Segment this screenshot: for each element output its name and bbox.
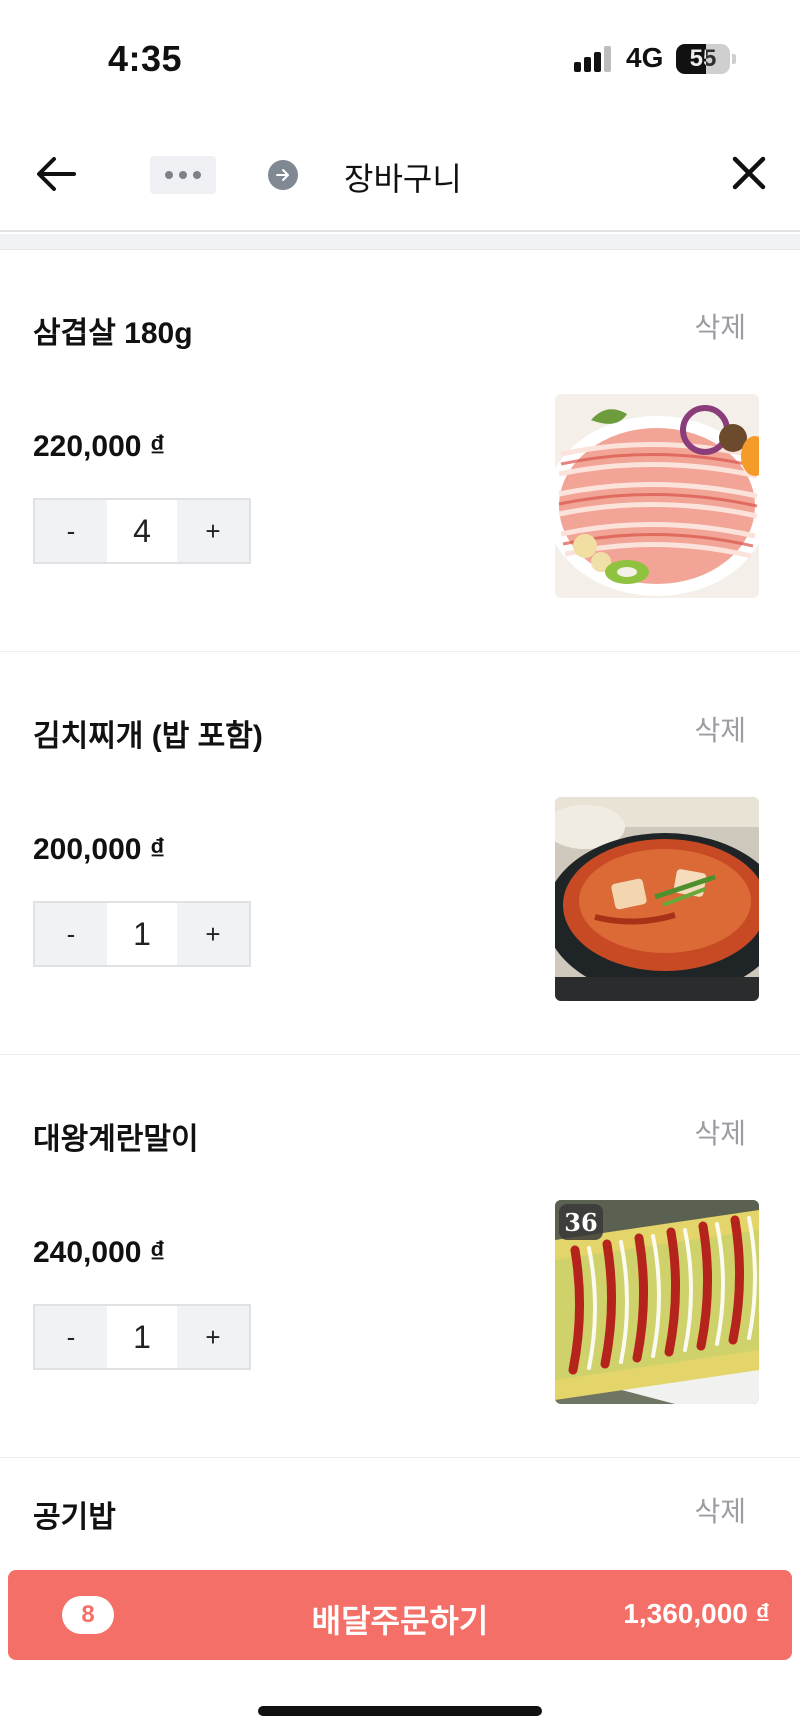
status-bar: 4:35 4G 55 bbox=[0, 0, 800, 120]
increment-button[interactable]: + bbox=[177, 1306, 249, 1368]
more-horizontal-icon bbox=[165, 171, 173, 179]
delete-button[interactable]: 삭제 bbox=[694, 306, 746, 346]
network-type: 4G bbox=[626, 42, 664, 73]
close-button[interactable] bbox=[726, 150, 772, 196]
section-divider bbox=[0, 234, 800, 250]
nav-bar: 장바구니 bbox=[0, 120, 800, 232]
decrement-button[interactable]: - bbox=[35, 500, 107, 562]
cart-item: 대왕계란말이 삭제 240,000 ₫ - 1 + 36 bbox=[0, 1056, 800, 1458]
battery-tip bbox=[732, 54, 736, 64]
decrement-button[interactable]: - bbox=[35, 903, 107, 965]
share-button[interactable] bbox=[268, 160, 298, 190]
cart-item: 삼겹살 180g 삭제 220,000 ₫ - 4 + bbox=[0, 250, 800, 652]
item-price: 220,000 ₫ bbox=[33, 430, 166, 463]
item-image-pork-belly bbox=[555, 394, 759, 598]
quantity-value: 1 bbox=[107, 903, 177, 965]
quantity-stepper: - 4 + bbox=[33, 498, 251, 564]
item-price: 240,000 ₫ bbox=[33, 1236, 166, 1269]
delete-button[interactable]: 삭제 bbox=[694, 709, 746, 749]
home-indicator[interactable] bbox=[258, 1706, 542, 1716]
battery-level: 55 bbox=[689, 45, 717, 72]
item-image-kimchi-stew bbox=[555, 797, 759, 1001]
quantity-value: 1 bbox=[107, 1306, 177, 1368]
image-badge: 36 bbox=[564, 1208, 597, 1237]
arrow-left-icon bbox=[37, 157, 76, 191]
page-title: 장바구니 bbox=[344, 161, 462, 197]
item-image-rolled-omelette: 36 bbox=[555, 1200, 759, 1404]
delete-button[interactable]: 삭제 bbox=[694, 1490, 746, 1530]
order-total: 1,360,000 ₫ bbox=[623, 1598, 770, 1629]
battery-icon: 55 bbox=[676, 44, 730, 74]
arrow-right-circle-icon bbox=[276, 169, 289, 181]
increment-button[interactable]: + bbox=[177, 903, 249, 965]
item-name: 삼겹살 180g bbox=[33, 317, 193, 350]
status-time: 4:35 bbox=[108, 38, 183, 79]
increment-button[interactable]: + bbox=[177, 500, 249, 562]
quantity-stepper: - 1 + bbox=[33, 1304, 251, 1370]
delete-button[interactable]: 삭제 bbox=[694, 1112, 746, 1152]
quantity-stepper: - 1 + bbox=[33, 901, 251, 967]
item-name: 대왕계란말이 bbox=[33, 1123, 199, 1156]
close-icon bbox=[732, 156, 766, 190]
quantity-value: 4 bbox=[107, 500, 177, 562]
item-price: 200,000 ₫ bbox=[33, 833, 166, 866]
order-button[interactable]: 8 배달주문하기 1,360,000 ₫ bbox=[8, 1570, 792, 1660]
cart-item: 김치찌개 (밥 포함) 삭제 200,000 ₫ - 1 + bbox=[0, 653, 800, 1055]
signal-icon bbox=[574, 46, 614, 72]
decrement-button[interactable]: - bbox=[35, 1306, 107, 1368]
cart-item: 공기밥 삭제 bbox=[0, 1458, 800, 1568]
item-name: 김치찌개 (밥 포함) bbox=[33, 720, 263, 753]
item-name: 공기밥 bbox=[33, 1501, 116, 1534]
more-button[interactable] bbox=[150, 156, 216, 194]
back-button[interactable] bbox=[30, 148, 82, 200]
